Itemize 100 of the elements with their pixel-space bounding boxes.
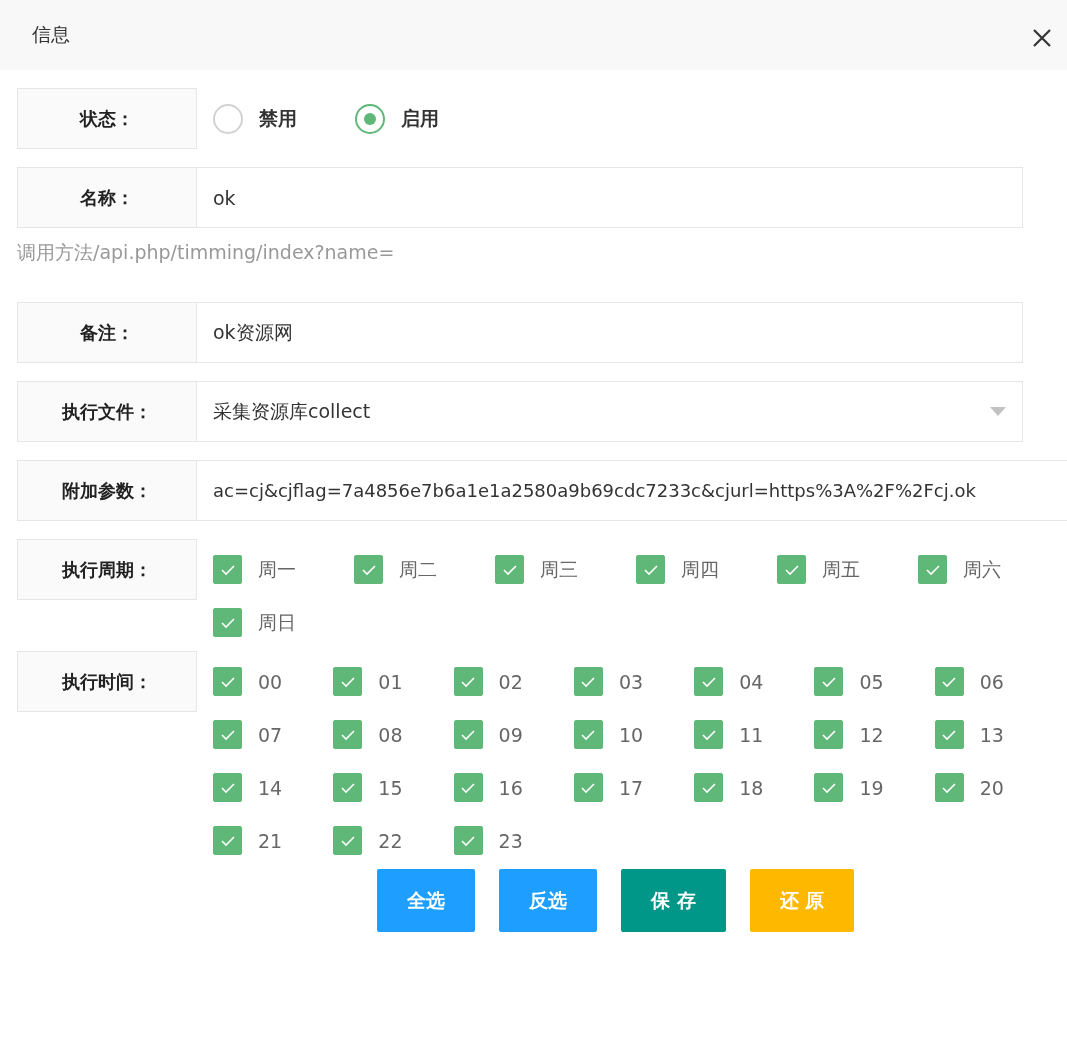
checkbox-label[interactable]: 14: [258, 776, 283, 799]
checkbox-label[interactable]: 周一: [258, 556, 296, 583]
checkbox-label[interactable]: 18: [739, 776, 764, 799]
checkbox[interactable]: [777, 555, 806, 584]
radio-icon[interactable]: [355, 103, 385, 134]
checkbox[interactable]: [694, 773, 724, 802]
checkbox-label[interactable]: 05: [859, 670, 884, 693]
checkbox-label[interactable]: 15: [378, 776, 403, 799]
checkmark-icon: [580, 781, 597, 794]
checkbox[interactable]: [814, 720, 844, 749]
checkbox[interactable]: [573, 773, 603, 802]
checkbox-label[interactable]: 12: [859, 723, 884, 746]
checkbox[interactable]: [573, 667, 603, 696]
dialog-title: 信息: [32, 22, 70, 47]
checkbox[interactable]: [573, 720, 603, 749]
checkbox-label[interactable]: 06: [979, 670, 1004, 693]
checkbox-label[interactable]: 11: [739, 723, 764, 746]
checkbox-label[interactable]: 周五: [822, 556, 860, 583]
radio-option[interactable]: 启用: [355, 103, 439, 134]
checkbox[interactable]: [333, 720, 363, 749]
field-label: 状态：: [17, 88, 197, 149]
checkbox-label[interactable]: 13: [979, 723, 1004, 746]
checkmark-icon: [700, 781, 717, 794]
checkbox[interactable]: [495, 555, 524, 584]
checkmark-icon: [219, 616, 236, 629]
field-label: 备注：: [17, 302, 197, 363]
checkbox[interactable]: [934, 720, 964, 749]
checkmark-icon: [219, 728, 236, 741]
checkbox-label[interactable]: 周二: [399, 556, 437, 583]
checkbox-label[interactable]: 07: [258, 723, 283, 746]
checkbox[interactable]: [213, 773, 242, 802]
checkmark-icon: [941, 728, 958, 741]
checkbox[interactable]: [453, 720, 483, 749]
checkmark-icon: [460, 834, 477, 847]
checkbox-label[interactable]: 23: [498, 829, 523, 852]
select-field[interactable]: 采集资源库collect: [197, 381, 1023, 442]
checkbox[interactable]: [354, 555, 383, 584]
checkbox-label[interactable]: 周日: [258, 609, 296, 636]
checkbox-label[interactable]: 周三: [540, 556, 578, 583]
checkmark-icon: [941, 781, 958, 794]
checkbox[interactable]: [453, 773, 483, 802]
checkmark-icon: [460, 781, 477, 794]
checkmark-icon: [924, 563, 941, 576]
field-label: 附加参数：: [17, 460, 197, 521]
checkmark-icon: [821, 728, 837, 741]
checkbox-label[interactable]: 16: [498, 776, 523, 799]
input-field[interactable]: ok: [197, 167, 1023, 228]
checkmark-icon: [460, 728, 477, 741]
checkmark-icon: [339, 675, 356, 688]
checkbox[interactable]: [934, 773, 964, 802]
checkbox-label[interactable]: 17: [618, 776, 644, 799]
checkmark-icon: [580, 728, 597, 741]
caret-icon: [990, 407, 1006, 416]
checkbox[interactable]: [333, 826, 363, 855]
checkbox[interactable]: [213, 555, 242, 584]
checkbox[interactable]: [918, 555, 947, 584]
checkbox[interactable]: [453, 826, 483, 855]
checkbox[interactable]: [453, 667, 483, 696]
checkmark-icon: [460, 675, 477, 688]
checkbox[interactable]: [333, 667, 363, 696]
checkbox-label[interactable]: 10: [618, 723, 644, 746]
checkbox-label[interactable]: 02: [498, 670, 523, 693]
checkbox-label[interactable]: 09: [498, 723, 523, 746]
checkbox-label[interactable]: 00: [258, 670, 283, 693]
checkbox-label[interactable]: 22: [378, 829, 403, 852]
radio-icon[interactable]: [213, 103, 243, 134]
checkbox-label[interactable]: 01: [378, 670, 403, 693]
checkbox-label[interactable]: 20: [979, 776, 1004, 799]
checkbox-label[interactable]: 19: [859, 776, 884, 799]
checkbox[interactable]: [213, 826, 242, 855]
action-button[interactable]: 保 存: [621, 869, 726, 932]
checkbox[interactable]: [814, 667, 844, 696]
checkmark-icon: [821, 675, 837, 688]
checkmark-icon: [700, 728, 717, 741]
field-label: 执行时间：: [17, 651, 197, 712]
checkmark-icon: [219, 834, 236, 847]
checkbox-label[interactable]: 08: [378, 723, 403, 746]
checkbox-label[interactable]: 04: [739, 670, 764, 693]
close-icon[interactable]: [1032, 28, 1052, 48]
checkbox-label[interactable]: 21: [258, 829, 283, 852]
checkbox[interactable]: [333, 773, 363, 802]
input-field[interactable]: ac=cj&cjflag=7a4856e7b6a1e1a2580a9b69cdc7233c&cjurl=https%3A%2F%2Fcj.ok: [197, 460, 1067, 521]
hint-text: 调用方法/api.php/timming/index?name=: [17, 240, 396, 265]
checkmark-icon: [941, 675, 958, 688]
checkbox[interactable]: [934, 667, 964, 696]
checkbox[interactable]: [636, 555, 665, 584]
radio-option[interactable]: 禁用: [213, 103, 297, 134]
checkbox[interactable]: [213, 667, 242, 696]
checkbox-label[interactable]: 周六: [963, 556, 1001, 583]
checkmark-icon: [339, 781, 356, 794]
input-field[interactable]: ok资源网: [197, 302, 1023, 363]
checkbox-label[interactable]: 周四: [681, 556, 719, 583]
checkbox[interactable]: [694, 667, 724, 696]
checkbox-label[interactable]: 03: [618, 670, 644, 693]
checkmark-icon: [580, 675, 597, 688]
checkbox[interactable]: [213, 608, 242, 637]
checkbox[interactable]: [694, 720, 724, 749]
checkbox[interactable]: [213, 720, 242, 749]
checkmark-icon: [360, 563, 377, 576]
checkbox[interactable]: [814, 773, 844, 802]
